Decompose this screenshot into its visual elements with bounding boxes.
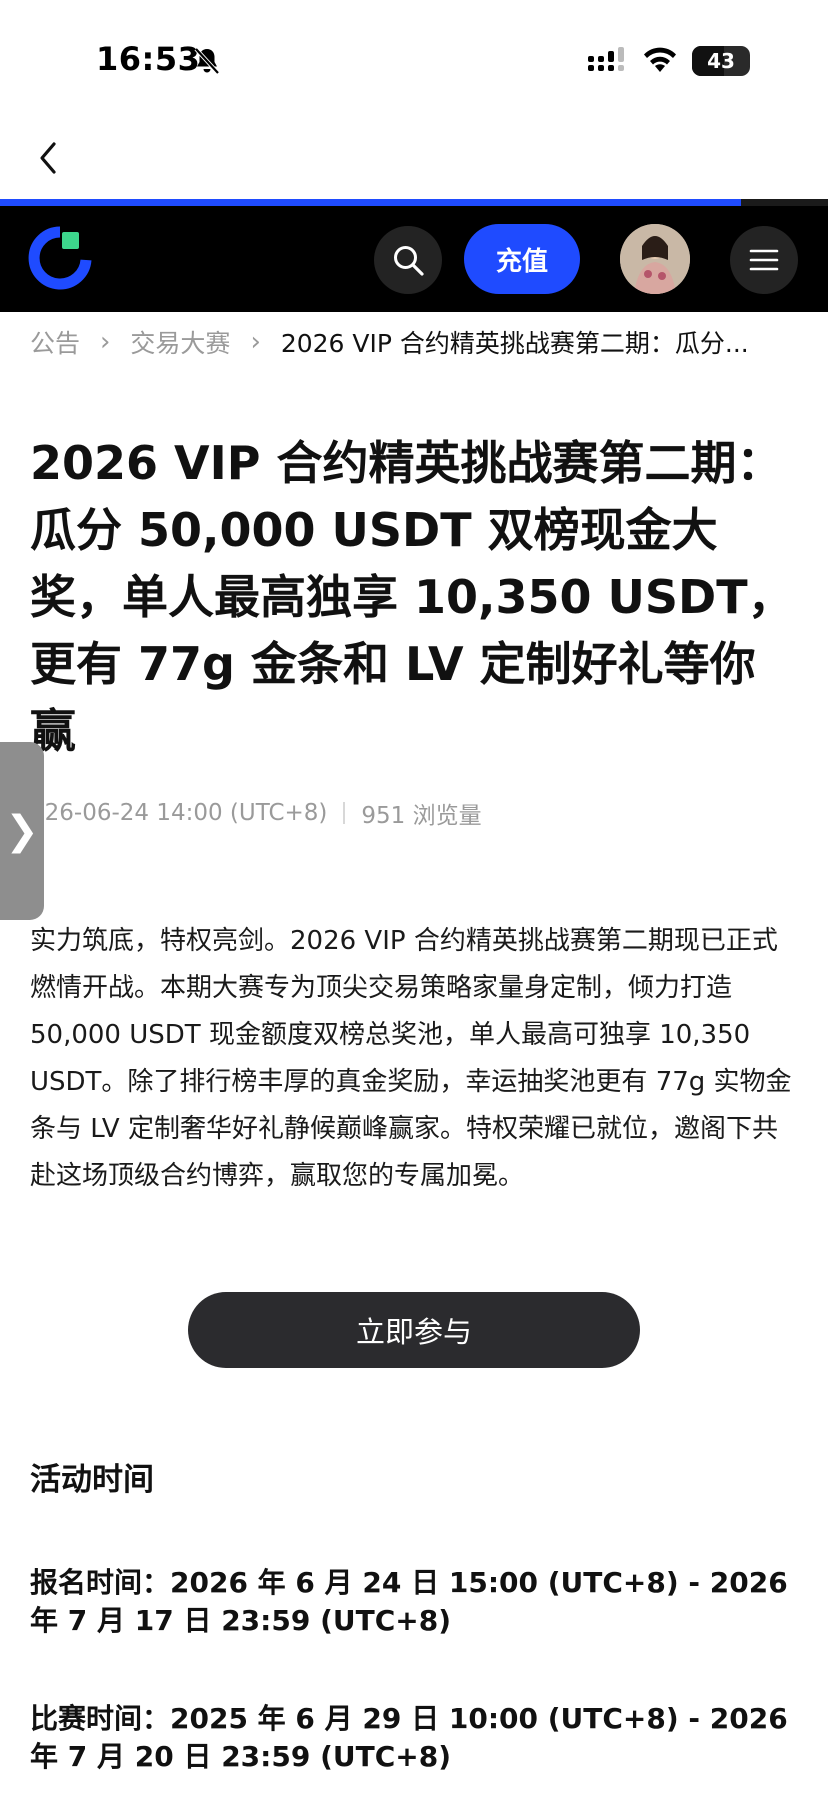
battery-indicator: 43: [692, 46, 750, 76]
chevron-right-icon: ›: [250, 327, 261, 357]
hamburger-menu-icon: [749, 249, 779, 271]
publish-date: 026-06-24 14:00 (UTC+8): [30, 800, 328, 826]
avatar[interactable]: [620, 224, 690, 294]
logo[interactable]: [28, 226, 92, 290]
deposit-button[interactable]: 充值: [464, 224, 580, 294]
article-title: 2026 VIP 合约精英挑战赛第二期：瓜分 50,000 USDT 双榜现金大…: [30, 436, 794, 758]
wifi-icon: [644, 47, 676, 72]
breadcrumb-item-trading-competition[interactable]: 交易大赛: [130, 324, 230, 360]
signal-icon: [588, 47, 624, 71]
registration-time: 报名时间：2026 年 6 月 24 日 15:00 (UTC+8) - 202…: [30, 1566, 788, 1637]
back-button[interactable]: [30, 136, 70, 180]
side-panel-handle[interactable]: ❯: [0, 742, 44, 920]
page-load-progress: [0, 199, 828, 206]
competition-time: 比赛时间：2025 年 6 月 29 日 10:00 (UTC+8) - 202…: [30, 1702, 788, 1773]
join-now-button[interactable]: 立即参与: [188, 1292, 640, 1368]
event-time-heading: 活动时间: [30, 1462, 154, 1498]
bell-slash-icon: [194, 47, 220, 75]
app-header: 充值: [0, 206, 828, 312]
avatar-image: [620, 224, 690, 294]
article-body: 实力筑底，特权亮剑。2026 VIP 合约精英挑战赛第二期现已正式燃情开战。本期…: [30, 926, 792, 1191]
status-time: 16:53: [96, 40, 201, 78]
meta-divider: [343, 802, 346, 824]
battery-percent: 43: [707, 49, 735, 73]
status-bar: 16:53 43: [0, 0, 828, 120]
menu-button[interactable]: [730, 226, 798, 294]
chevron-right-icon: ›: [100, 327, 111, 357]
page-load-progress-fill: [0, 199, 742, 206]
search-button[interactable]: [374, 226, 442, 294]
chevron-right-icon: ❯: [5, 808, 39, 854]
view-count: 951 浏览量: [361, 803, 482, 829]
search-icon: [394, 246, 424, 276]
breadcrumb-current: 2026 VIP 合约精英挑战赛第二期：瓜分...: [280, 329, 749, 358]
breadcrumb-item-announcements[interactable]: 公告: [30, 324, 80, 360]
breadcrumb: 公告 › 交易大赛 › 2026 VIP 合约精英挑战赛第二期：瓜分...: [30, 322, 820, 362]
article-meta: 026-06-24 14:00 (UTC+8) 951 浏览量: [30, 796, 482, 830]
